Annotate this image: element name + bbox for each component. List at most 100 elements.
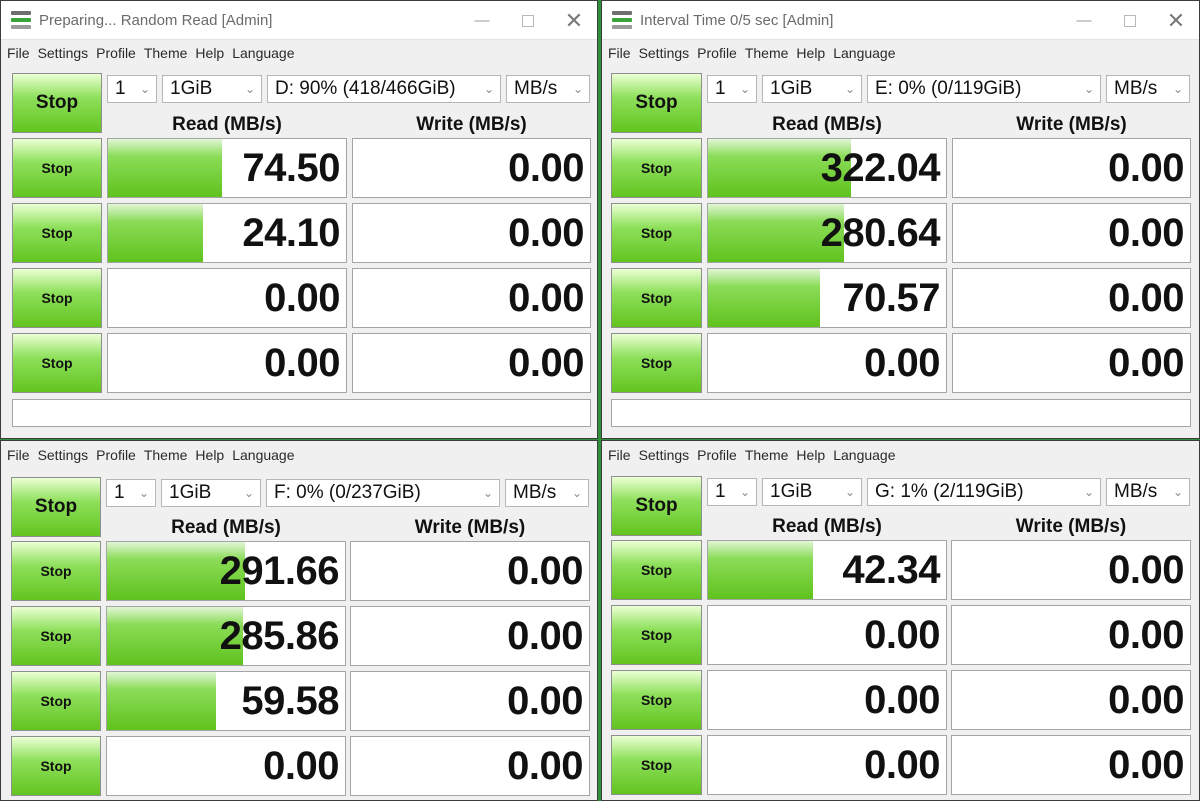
drive-select[interactable]: E: 0% (0/119GiB) ⌄ <box>867 75 1101 103</box>
test-stop-button[interactable]: Stop <box>611 605 702 665</box>
menu-profile[interactable]: Profile <box>697 45 737 61</box>
write-result-cell: 0.00 <box>350 541 590 601</box>
write-value: 0.00 <box>1108 145 1184 190</box>
read-header: Read (MB/s) <box>172 114 282 135</box>
write-value: 0.00 <box>1108 547 1184 592</box>
write-result-cell: 0.00 <box>952 203 1191 263</box>
read-value: 280.64 <box>820 210 941 255</box>
stop-all-button[interactable]: Stop <box>611 476 702 536</box>
count-value: 1 <box>715 78 726 99</box>
close-icon[interactable]: ✕ <box>551 1 597 40</box>
menu-theme[interactable]: Theme <box>745 45 789 61</box>
test-stop-button[interactable]: Stop <box>12 333 102 393</box>
title-bar[interactable]: Preparing... Random Read [Admin] — ✕ <box>1 1 597 40</box>
unit-select[interactable]: MB/s ⌄ <box>505 479 589 507</box>
chevron-down-icon: ⌄ <box>1083 485 1095 499</box>
menu-file[interactable]: File <box>7 447 30 463</box>
menu-file[interactable]: File <box>608 45 631 61</box>
unit-select[interactable]: MB/s ⌄ <box>1106 478 1190 506</box>
unit-value: MB/s <box>1114 78 1158 99</box>
drive-select[interactable]: G: 1% (2/119GiB) ⌄ <box>867 478 1101 506</box>
menu-help[interactable]: Help <box>195 45 224 61</box>
size-select[interactable]: 1GiB ⌄ <box>161 479 261 507</box>
menu-settings[interactable]: Settings <box>38 45 89 61</box>
menu-theme[interactable]: Theme <box>144 45 188 61</box>
unit-value: MB/s <box>514 78 558 99</box>
menu-help[interactable]: Help <box>796 45 825 61</box>
drive-value: F: 0% (0/237GiB) <box>274 482 421 503</box>
test-stop-button[interactable]: Stop <box>611 735 702 795</box>
count-select[interactable]: 1 ⌄ <box>707 75 757 103</box>
test-stop-button[interactable]: Stop <box>11 606 101 666</box>
size-select[interactable]: 1GiB ⌄ <box>762 478 862 506</box>
close-icon[interactable]: ✕ <box>1153 1 1199 40</box>
read-value: 0.00 <box>264 340 340 385</box>
menu-language[interactable]: Language <box>833 447 895 463</box>
drive-value: E: 0% (0/119GiB) <box>875 78 1022 99</box>
comment-input[interactable] <box>12 399 591 427</box>
menu-theme[interactable]: Theme <box>745 447 789 463</box>
menu-file[interactable]: File <box>7 45 30 61</box>
drive-select[interactable]: D: 90% (418/466GiB) ⌄ <box>267 75 501 103</box>
minimize-icon[interactable]: — <box>1061 1 1107 40</box>
title-bar[interactable]: Interval Time 0/5 sec [Admin] — ✕ <box>602 1 1199 40</box>
write-header: Write (MB/s) <box>1016 114 1127 135</box>
menu-file[interactable]: File <box>608 447 631 463</box>
menu-profile[interactable]: Profile <box>697 447 737 463</box>
comment-input[interactable] <box>611 399 1191 427</box>
minimize-icon[interactable]: — <box>459 1 505 40</box>
menu-settings[interactable]: Settings <box>38 447 89 463</box>
count-value: 1 <box>715 481 726 502</box>
menu-profile[interactable]: Profile <box>96 45 136 61</box>
test-stop-button[interactable]: Stop <box>12 138 102 198</box>
read-bar <box>708 541 813 599</box>
stop-all-button[interactable]: Stop <box>611 73 702 133</box>
read-result-cell: 322.04 <box>707 138 947 198</box>
chevron-down-icon: ⌄ <box>138 486 150 500</box>
test-stop-button[interactable]: Stop <box>611 333 702 393</box>
write-value: 0.00 <box>508 275 584 320</box>
menu-language[interactable]: Language <box>232 45 294 61</box>
write-result-cell: 0.00 <box>951 670 1191 730</box>
count-select[interactable]: 1 ⌄ <box>707 478 757 506</box>
test-stop-button[interactable]: Stop <box>12 268 102 328</box>
test-stop-button[interactable]: Stop <box>11 736 101 796</box>
read-bar <box>108 204 204 262</box>
drive-select[interactable]: F: 0% (0/237GiB) ⌄ <box>266 479 500 507</box>
menu-settings[interactable]: Settings <box>639 447 690 463</box>
menu-theme[interactable]: Theme <box>144 447 188 463</box>
test-stop-button[interactable]: Stop <box>11 541 101 601</box>
benchmark-window-d: Preparing... Random Read [Admin] — ✕ Fil… <box>0 0 598 439</box>
write-header: Write (MB/s) <box>414 517 526 538</box>
menu-help[interactable]: Help <box>195 447 224 463</box>
maximize-icon[interactable] <box>505 1 551 40</box>
test-stop-button[interactable]: Stop <box>611 138 702 198</box>
write-result-cell: 0.00 <box>952 138 1191 198</box>
menu-language[interactable]: Language <box>833 45 895 61</box>
write-header: Write (MB/s) <box>1015 516 1127 537</box>
stop-all-button[interactable]: Stop <box>12 73 102 133</box>
maximize-icon[interactable] <box>1107 1 1153 40</box>
menu-help[interactable]: Help <box>796 447 825 463</box>
test-stop-button[interactable]: Stop <box>611 203 702 263</box>
chevron-down-icon: ⌄ <box>482 486 494 500</box>
write-value: 0.00 <box>507 548 583 593</box>
unit-select[interactable]: MB/s ⌄ <box>1106 75 1190 103</box>
test-stop-button[interactable]: Stop <box>12 203 102 263</box>
unit-value: MB/s <box>1114 481 1158 502</box>
test-stop-button[interactable]: Stop <box>611 670 702 730</box>
stop-all-button[interactable]: Stop <box>11 477 101 537</box>
test-stop-button[interactable]: Stop <box>611 268 702 328</box>
count-select[interactable]: 1 ⌄ <box>107 75 157 103</box>
read-header: Read (MB/s) <box>171 517 281 538</box>
read-result-cell: 0.00 <box>707 605 947 665</box>
test-stop-button[interactable]: Stop <box>11 671 101 731</box>
count-select[interactable]: 1 ⌄ <box>106 479 156 507</box>
size-select[interactable]: 1GiB ⌄ <box>762 75 862 103</box>
unit-select[interactable]: MB/s ⌄ <box>506 75 590 103</box>
menu-settings[interactable]: Settings <box>639 45 690 61</box>
menu-profile[interactable]: Profile <box>96 447 136 463</box>
test-stop-button[interactable]: Stop <box>611 540 702 600</box>
size-select[interactable]: 1GiB ⌄ <box>162 75 262 103</box>
menu-language[interactable]: Language <box>232 447 294 463</box>
